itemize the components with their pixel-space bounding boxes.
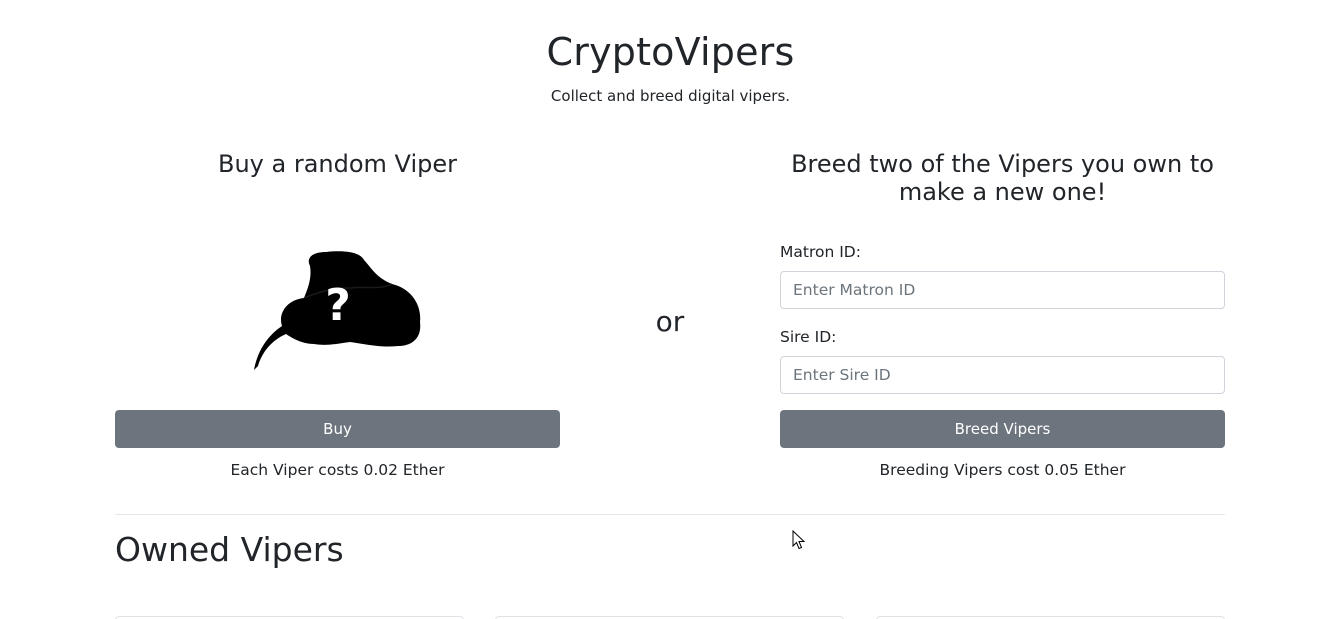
- sire-id-input[interactable]: [780, 356, 1225, 394]
- breed-cost-note: Breeding Vipers cost 0.05 Ether: [879, 461, 1126, 479]
- breed-section: Breed two of the Vipers you own to make …: [780, 150, 1225, 479]
- page: CryptoVipers Collect and breed digital v…: [0, 0, 1341, 619]
- page-title: CryptoVipers: [546, 30, 795, 74]
- buy-button[interactable]: Buy: [115, 410, 560, 448]
- breed-vipers-button[interactable]: Breed Vipers: [780, 410, 1225, 448]
- matron-id-label: Matron ID:: [780, 243, 861, 261]
- mystery-viper-icon: ?: [253, 251, 420, 370]
- matron-id-input[interactable]: [780, 271, 1225, 309]
- sire-id-label: Sire ID:: [780, 328, 837, 346]
- mouse-cursor-icon: [792, 530, 806, 550]
- page-subtitle: Collect and breed digital vipers.: [550, 87, 791, 105]
- breed-heading: Breed two of the Vipers you own to make …: [791, 150, 1214, 206]
- section-divider: [115, 514, 1225, 515]
- buy-section: Buy a random Viper ? Buy Each Viper cost…: [115, 150, 560, 479]
- or-separator: or: [655, 305, 685, 338]
- owned-vipers-heading: Owned Vipers: [115, 530, 344, 569]
- svg-text:?: ?: [325, 280, 351, 331]
- buy-cost-note: Each Viper costs 0.02 Ether: [230, 461, 445, 479]
- buy-heading: Buy a random Viper: [218, 150, 457, 178]
- header: CryptoVipers Collect and breed digital v…: [0, 26, 1341, 106]
